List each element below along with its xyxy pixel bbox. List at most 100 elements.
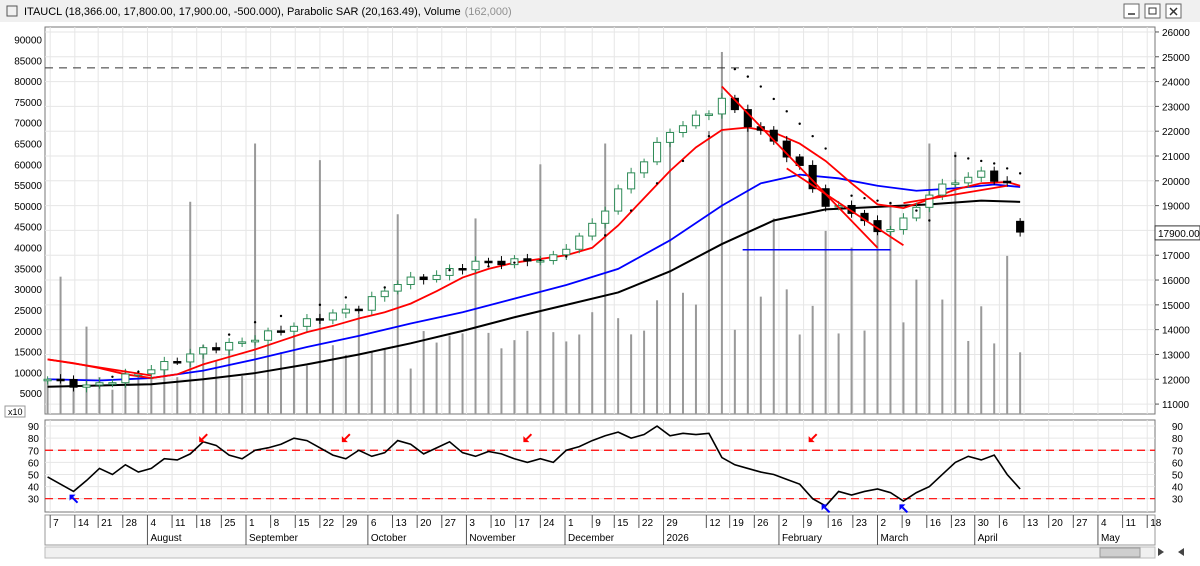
volume-tick-label: 50000 — [14, 202, 42, 213]
volume-tick-label: 15000 — [14, 348, 42, 359]
volume-tick-label: 45000 — [14, 223, 42, 234]
sar-dot — [759, 85, 762, 88]
candle — [523, 258, 532, 262]
sar-dot — [772, 97, 775, 101]
candle — [1003, 180, 1012, 184]
sar-dot — [954, 154, 957, 158]
time-tick-label: 14 — [78, 518, 90, 529]
sar-dot — [993, 162, 996, 165]
time-tick-label: 12 — [709, 518, 721, 529]
candle — [354, 308, 363, 312]
volume-bar — [370, 352, 373, 414]
candle — [562, 248, 571, 256]
volume-bar — [980, 306, 983, 414]
time-tick-label: 30 — [978, 518, 990, 529]
volume-tick-label: 85000 — [14, 56, 42, 67]
sar-dot — [876, 199, 879, 202]
sar-dot — [513, 261, 516, 264]
price-plot-area — [44, 26, 1156, 415]
volume-tick-label: 35000 — [14, 264, 42, 275]
volume-bar — [474, 218, 477, 414]
close-button[interactable] — [1165, 3, 1182, 19]
volume-bar — [798, 334, 801, 414]
volume-bar — [526, 330, 529, 414]
time-tick-label: 27 — [445, 518, 457, 529]
candle — [497, 260, 506, 266]
month-label: December — [568, 533, 615, 544]
sar-dot — [629, 209, 633, 212]
maximize-button[interactable] — [1144, 3, 1161, 19]
scrollbar-thumb[interactable] — [1099, 547, 1141, 558]
volume-bar — [681, 292, 684, 414]
time-tick-label: 20 — [420, 518, 432, 529]
time-tick-label: 9 — [905, 518, 911, 529]
sar-dot — [344, 296, 348, 299]
volume-tick-label: 60000 — [14, 160, 42, 171]
candle — [951, 182, 960, 185]
horizontal-scrollbar[interactable] — [44, 546, 1184, 559]
volume-bar — [928, 143, 931, 415]
time-tick-label: 11 — [175, 518, 186, 529]
volume-bar — [318, 160, 321, 414]
volume-bar — [759, 296, 762, 414]
month-label: April — [978, 533, 998, 544]
sar-dot — [915, 209, 918, 212]
sar-dot — [967, 157, 970, 160]
osc-tick-label-right: 30 — [1172, 495, 1184, 506]
scroll-right-icon[interactable] — [1158, 548, 1164, 556]
time-tick-label: 22 — [642, 518, 654, 529]
volume-bar — [785, 289, 788, 414]
volume-tick-label: 65000 — [14, 140, 42, 151]
price-tick-label: 21000 — [1162, 152, 1190, 163]
candle — [977, 170, 986, 178]
time-tick-label: 10 — [494, 518, 506, 529]
minimize-button[interactable] — [1123, 3, 1140, 19]
volume-bar — [513, 340, 516, 414]
price-tick-label: 14000 — [1162, 326, 1190, 337]
sar-dot — [733, 67, 737, 71]
sar-dot — [707, 134, 711, 138]
volume-bar — [150, 376, 153, 414]
sar-dot — [448, 268, 451, 272]
osc-tick-label-left: 30 — [28, 495, 40, 506]
time-tick-label: 15 — [298, 518, 310, 529]
osc-tick-label-right: 70 — [1172, 446, 1184, 457]
volume-bar — [396, 214, 399, 414]
price-tick-label: 24000 — [1162, 78, 1190, 89]
volume-bar — [344, 354, 347, 414]
sar-dot — [746, 75, 750, 78]
volume-bar — [1006, 255, 1009, 414]
volume-bar — [941, 299, 944, 414]
candle — [899, 217, 908, 231]
sar-dot — [655, 182, 659, 185]
candle — [173, 361, 182, 364]
candle — [614, 188, 623, 212]
price-tick-label: 11000 — [1162, 400, 1190, 411]
volume-bar — [487, 332, 490, 414]
candle — [717, 97, 726, 115]
sar-dot — [111, 375, 114, 378]
candle — [627, 172, 636, 190]
time-tick-label: 1 — [568, 518, 574, 529]
month-label: May — [1101, 533, 1120, 544]
oscillator-panel: 30 3040 4050 5060 6070 7080 8090 90 — [28, 419, 1184, 514]
scroll-left-icon[interactable] — [1178, 548, 1184, 556]
volume-tick-label: 5000 — [20, 389, 43, 400]
candle — [43, 378, 52, 382]
sar-dot — [603, 234, 607, 237]
volume-bar — [409, 368, 412, 414]
last-price-label: 17900.00 — [1158, 229, 1200, 240]
scrollbar-track[interactable] — [44, 546, 1156, 559]
sar-dot — [253, 321, 257, 324]
candle — [315, 318, 324, 321]
chart-canvas[interactable]: ITAUCL (18,366.00, 17,800.00, 17,900.00,… — [0, 0, 1200, 561]
sar-dot — [889, 201, 892, 205]
candle — [925, 194, 934, 208]
month-label: March — [881, 533, 909, 544]
time-tick-label: 16 — [831, 518, 843, 529]
volume-bar — [669, 139, 672, 414]
month-label: September — [249, 533, 299, 544]
price-tick-label: 19000 — [1162, 202, 1190, 213]
month-label: February — [782, 533, 822, 544]
month-label: November — [469, 533, 516, 544]
